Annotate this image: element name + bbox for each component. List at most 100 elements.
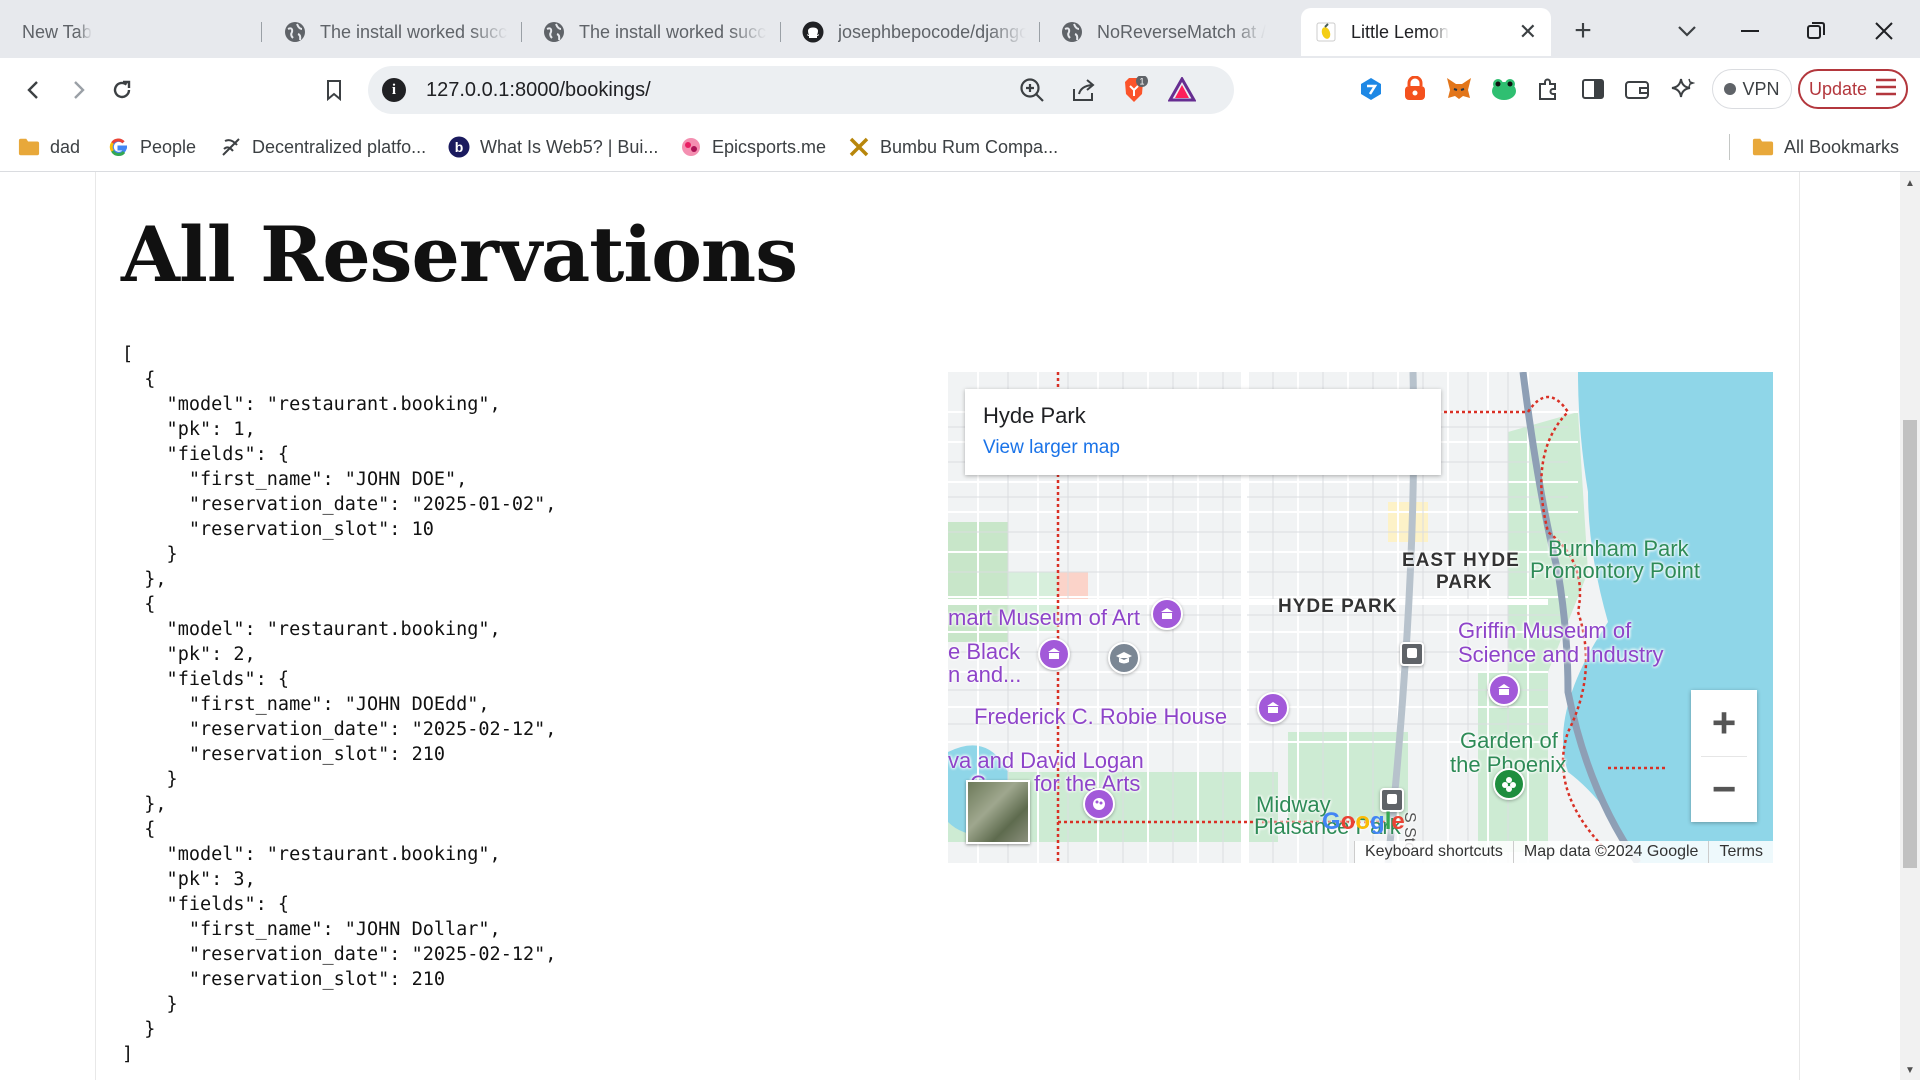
scroll-up-arrow-icon[interactable]: ▲ [1900,178,1920,189]
tab-github[interactable]: josephbepocode/django [788,8,1040,56]
museum-pin-icon[interactable] [1257,692,1289,724]
site-info-icon[interactable]: i [382,78,406,102]
leo-ai-sparkle-icon[interactable] [1667,74,1697,104]
terms-link[interactable]: Terms [1708,841,1773,863]
globe-icon [284,21,306,43]
folder-icon [1752,136,1774,158]
new-tab-button[interactable]: + [1563,12,1603,50]
school-pin-icon[interactable] [1108,642,1140,674]
map-label-hyde-park: HYDE PARK [1278,596,1398,617]
back-arrow-icon[interactable] [14,70,54,110]
map-label-griffin-museum-2[interactable]: Science and Industry [1458,642,1663,668]
page-scrollbar[interactable]: ▲ ▼ [1900,172,1920,1080]
minimize-window-icon[interactable] [1730,12,1770,50]
museum-pin-icon[interactable] [1038,638,1070,670]
brave-shields-icon[interactable]: 1 [1120,76,1148,104]
map-label-smart-museum[interactable]: mart Museum of Art [948,605,1140,631]
map-label-east-hyde-park: EAST HYDE [1402,550,1520,571]
tab-noreversematch[interactable]: NoReverseMatch at / [1047,8,1299,56]
folder-icon [18,136,40,158]
share-icon[interactable] [1070,76,1098,104]
update-button[interactable]: Update [1798,69,1908,109]
map-label-promontory-point[interactable]: Promontory Point [1530,558,1700,584]
museum-pin-icon[interactable] [1151,598,1183,630]
tab-title: The install worked successfully! [320,21,508,42]
tab-strip: New Tab The install worked successfully!… [0,0,1920,58]
satellite-toggle-thumbnail[interactable] [966,780,1030,844]
tab-little-lemon[interactable]: Little Lemon ✕ [1301,8,1551,56]
brave-rewards-icon[interactable] [1168,76,1196,104]
zoom-out-button[interactable]: − [1691,756,1757,822]
tab-install-worked-2[interactable]: The install worked successfully! [529,8,781,56]
extension-green-frog-icon[interactable] [1489,74,1519,104]
bookmark-label: People [140,136,197,157]
bookmark-label: dad [50,136,81,157]
close-window-icon[interactable] [1864,12,1904,50]
decentralized-icon [220,136,242,158]
restore-window-icon[interactable] [1796,12,1836,50]
place-name: Hyde Park [983,403,1086,428]
page-title: All Reservations [121,210,798,299]
bookmark-dad[interactable]: dad [18,132,80,162]
bookmark-people[interactable]: People [108,132,196,162]
zoom-icon[interactable] [1018,76,1046,104]
museum-pin-icon[interactable] [1488,674,1520,706]
browser-toolbar: i 127.0.0.1:8000/bookings/ 1 VPN Update [0,58,1920,122]
zoom-in-button[interactable]: + [1691,690,1757,756]
all-bookmarks-button[interactable]: All Bookmarks [1752,132,1899,162]
bookmark-epicsports[interactable]: Epicsports.me [680,132,826,162]
tab-title: NoReverseMatch at / [1097,21,1267,42]
extensions-puzzle-icon[interactable] [1533,74,1563,104]
map-label-black-2[interactable]: n and... [948,662,1021,688]
bookmark-bumbu[interactable]: Bumbu Rum Compa... [848,132,1058,162]
globe-icon [1061,21,1083,43]
bookmark-label: Decentralized platfo... [252,136,427,157]
epicsports-icon [680,136,702,158]
tab-search-chevron-icon[interactable] [1667,12,1707,50]
wallet-icon[interactable] [1622,74,1652,104]
vpn-label: VPN [1742,78,1780,99]
tab-title: New Tab [22,21,92,42]
google-map-embed[interactable]: mart Museum of Art e Black n and... Fred… [948,372,1773,863]
svg-text:b: b [455,139,464,155]
google-logo: Google [1322,808,1405,835]
vpn-button[interactable]: VPN [1712,69,1792,109]
reload-icon[interactable] [102,70,142,110]
keyboard-shortcuts-link[interactable]: Keyboard shortcuts [1354,841,1513,863]
map-label-robie-house[interactable]: Frederick C. Robie House [974,704,1227,730]
b-icon: b [448,136,470,158]
tab-title: The install worked successfully! [579,21,767,42]
transit-pin-icon[interactable] [1400,642,1424,666]
bookmark-label: What Is Web5? | Bui... [480,136,659,157]
scrollbar-thumb[interactable] [1903,420,1917,868]
zoom-divider [1701,756,1747,757]
url-text[interactable]: 127.0.0.1:8000/bookings/ [426,79,651,102]
map-label-griffin-museum[interactable]: Griffin Museum of [1458,618,1631,644]
map-label-east-hyde-park-2: PARK [1436,572,1493,593]
address-bar[interactable]: i 127.0.0.1:8000/bookings/ 1 [368,66,1234,114]
bookmark-label: Bumbu Rum Compa... [880,136,1059,157]
map-label-garden-phoenix[interactable]: Garden of [1460,728,1558,754]
arts-pin-icon[interactable] [1083,788,1115,820]
view-larger-map-link[interactable]: View larger map [983,437,1423,459]
map-attribution-bar: Keyboard shortcuts Map data ©2024 Google… [948,841,1773,863]
close-tab-icon[interactable]: ✕ [1519,19,1537,45]
metamask-fox-icon[interactable] [1444,74,1474,104]
garden-pin-icon[interactable] [1493,768,1525,800]
tab-install-worked-1[interactable]: The install worked successfully! [270,8,522,56]
bumbu-icon [848,136,870,158]
sidebar-toggle-icon[interactable] [1578,74,1608,104]
bookmark-decentralized[interactable]: Decentralized platfo... [220,132,426,162]
tab-new-tab[interactable]: New Tab [8,8,262,56]
forward-arrow-icon[interactable] [58,70,98,110]
bookmark-web5[interactable]: b What Is Web5? | Bui... [448,132,658,162]
bookmark-icon[interactable] [314,70,354,110]
bookmark-label: Epicsports.me [712,136,827,157]
vpn-status-icon [1724,83,1737,95]
map-data-text: Map data ©2024 Google [1512,841,1709,863]
extension-blue-icon[interactable] [1356,74,1386,104]
scroll-down-arrow-icon[interactable]: ▼ [1900,1065,1920,1076]
page-viewport: All Reservations [ { "model": "restauran… [0,172,1900,1080]
extension-orange-lock-icon[interactable] [1400,74,1430,104]
bookmarks-bar: dad People Decentralized platfo... b Wha… [0,122,1920,172]
